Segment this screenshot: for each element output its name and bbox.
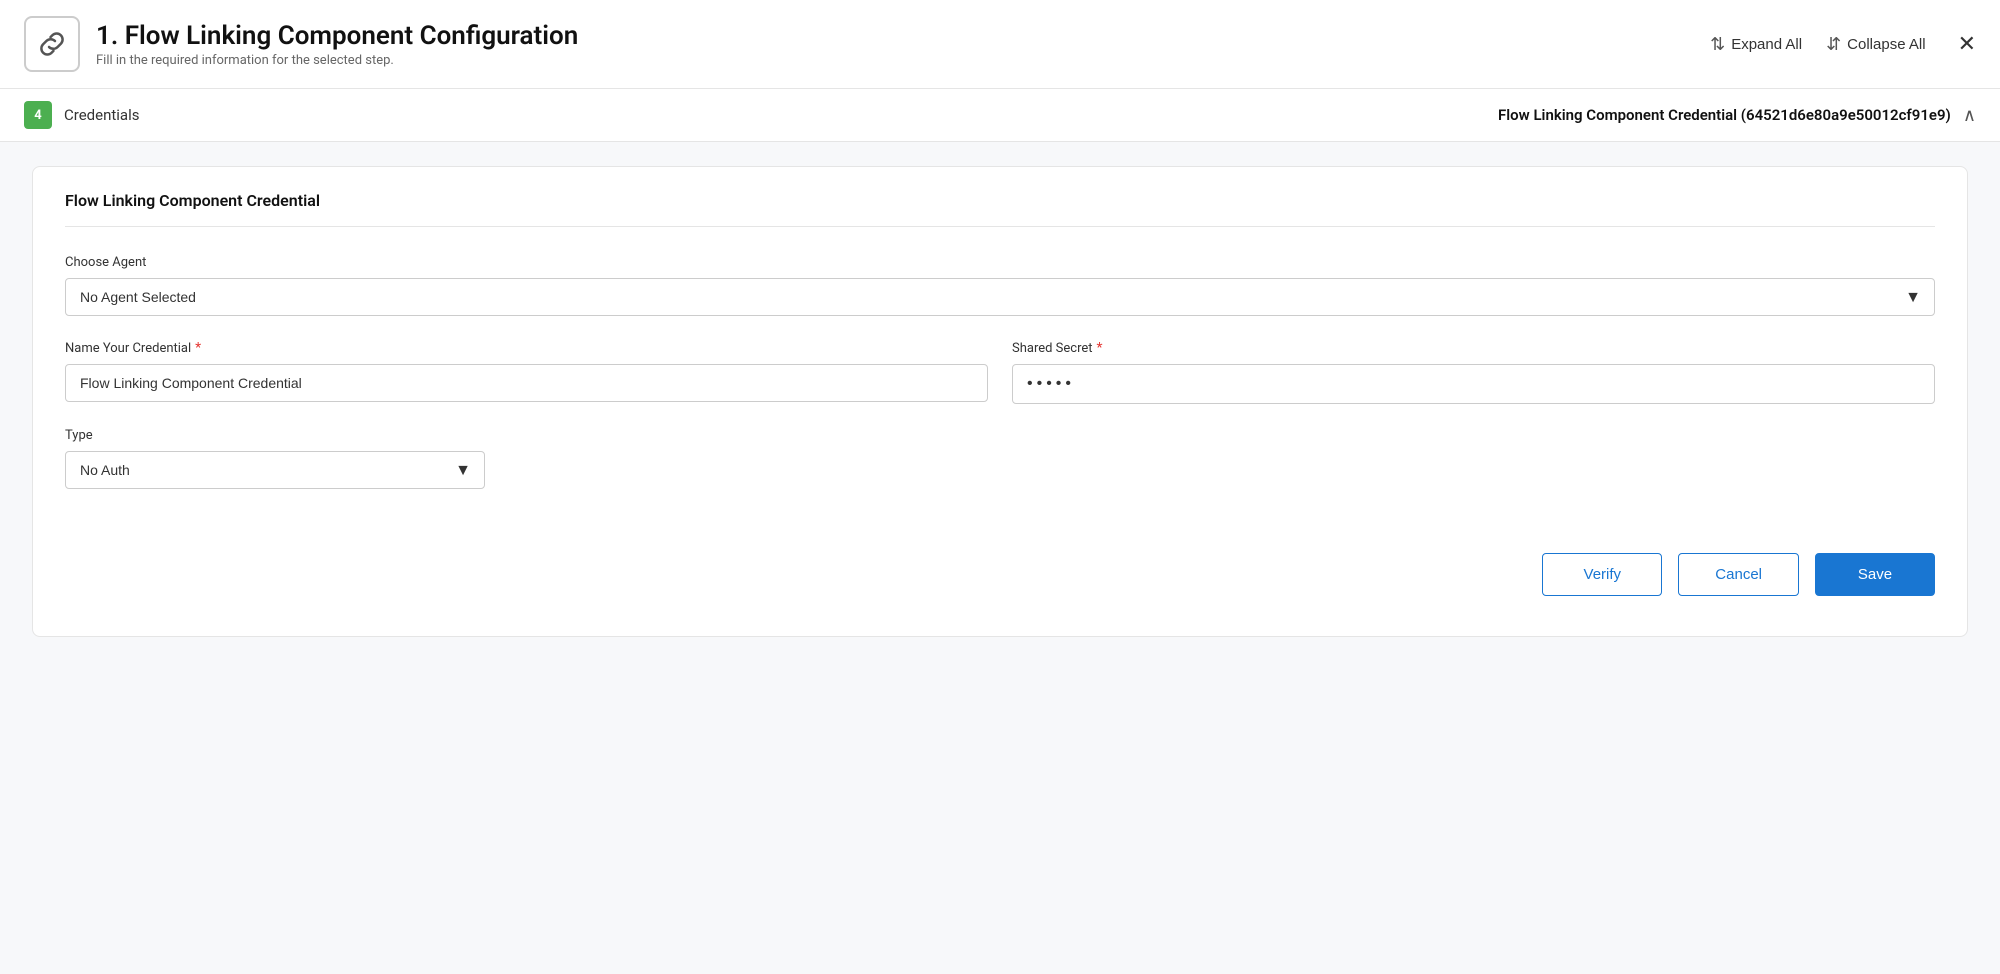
collapse-all-label: Collapse All <box>1847 36 1925 53</box>
choose-agent-label: Choose Agent <box>65 255 1935 270</box>
agent-select-wrapper: No Agent Selected ▼ <box>65 278 1935 316</box>
header-icon-box <box>24 16 80 72</box>
agent-select[interactable]: No Agent Selected <box>65 278 1935 316</box>
credential-name-label: Name Your Credential * <box>65 340 988 356</box>
section-badge: 4 <box>24 101 52 129</box>
choose-agent-group: Choose Agent No Agent Selected ▼ <box>65 255 1935 316</box>
shared-secret-group: Shared Secret * <box>1012 340 1935 404</box>
link-icon <box>36 28 68 60</box>
section-label: Credentials <box>64 106 1498 124</box>
header-actions: ⇅ Expand All ⇵ Collapse All ✕ <box>1710 31 1976 57</box>
cancel-button[interactable]: Cancel <box>1678 553 1799 596</box>
form-card-title: Flow Linking Component Credential <box>65 191 1935 227</box>
form-card: Flow Linking Component Credential Choose… <box>32 166 1968 637</box>
page-subtitle: Fill in the required information for the… <box>96 53 1710 68</box>
section-header: 4 Credentials Flow Linking Component Cre… <box>0 89 2000 142</box>
section-chevron-icon[interactable]: ∧ <box>1963 105 1976 126</box>
credential-name-input[interactable] <box>65 364 988 402</box>
content-area: Flow Linking Component Credential Choose… <box>0 142 2000 974</box>
save-button[interactable]: Save <box>1815 553 1935 596</box>
collapse-icon: ⇵ <box>1826 34 1841 55</box>
page-wrapper: 1. Flow Linking Component Configuration … <box>0 0 2000 974</box>
close-button[interactable]: ✕ <box>1958 31 1976 57</box>
section-credential-info: Flow Linking Component Credential (64521… <box>1498 106 1951 124</box>
page-title: 1. Flow Linking Component Configuration <box>96 21 1710 51</box>
collapse-all-button[interactable]: ⇵ Collapse All <box>1826 34 1925 55</box>
page-header: 1. Flow Linking Component Configuration … <box>0 0 2000 89</box>
header-text: 1. Flow Linking Component Configuration … <box>96 21 1710 68</box>
type-label: Type <box>65 428 1935 443</box>
verify-button[interactable]: Verify <box>1542 553 1662 596</box>
action-bar: Verify Cancel Save <box>65 529 1935 596</box>
credential-name-required-star: * <box>195 340 201 356</box>
expand-icon: ⇅ <box>1710 34 1725 55</box>
credential-row: Name Your Credential * Shared Secret * <box>65 340 1935 428</box>
shared-secret-required-star: * <box>1097 340 1103 356</box>
expand-all-button[interactable]: ⇅ Expand All <box>1710 34 1802 55</box>
type-select[interactable]: No Auth <box>65 451 485 489</box>
shared-secret-input[interactable] <box>1012 364 1935 404</box>
credential-name-group: Name Your Credential * <box>65 340 988 404</box>
expand-all-label: Expand All <box>1731 36 1802 53</box>
shared-secret-label: Shared Secret * <box>1012 340 1935 356</box>
type-group: Type No Auth ▼ <box>65 428 1935 489</box>
type-select-wrapper: No Auth ▼ <box>65 451 485 489</box>
